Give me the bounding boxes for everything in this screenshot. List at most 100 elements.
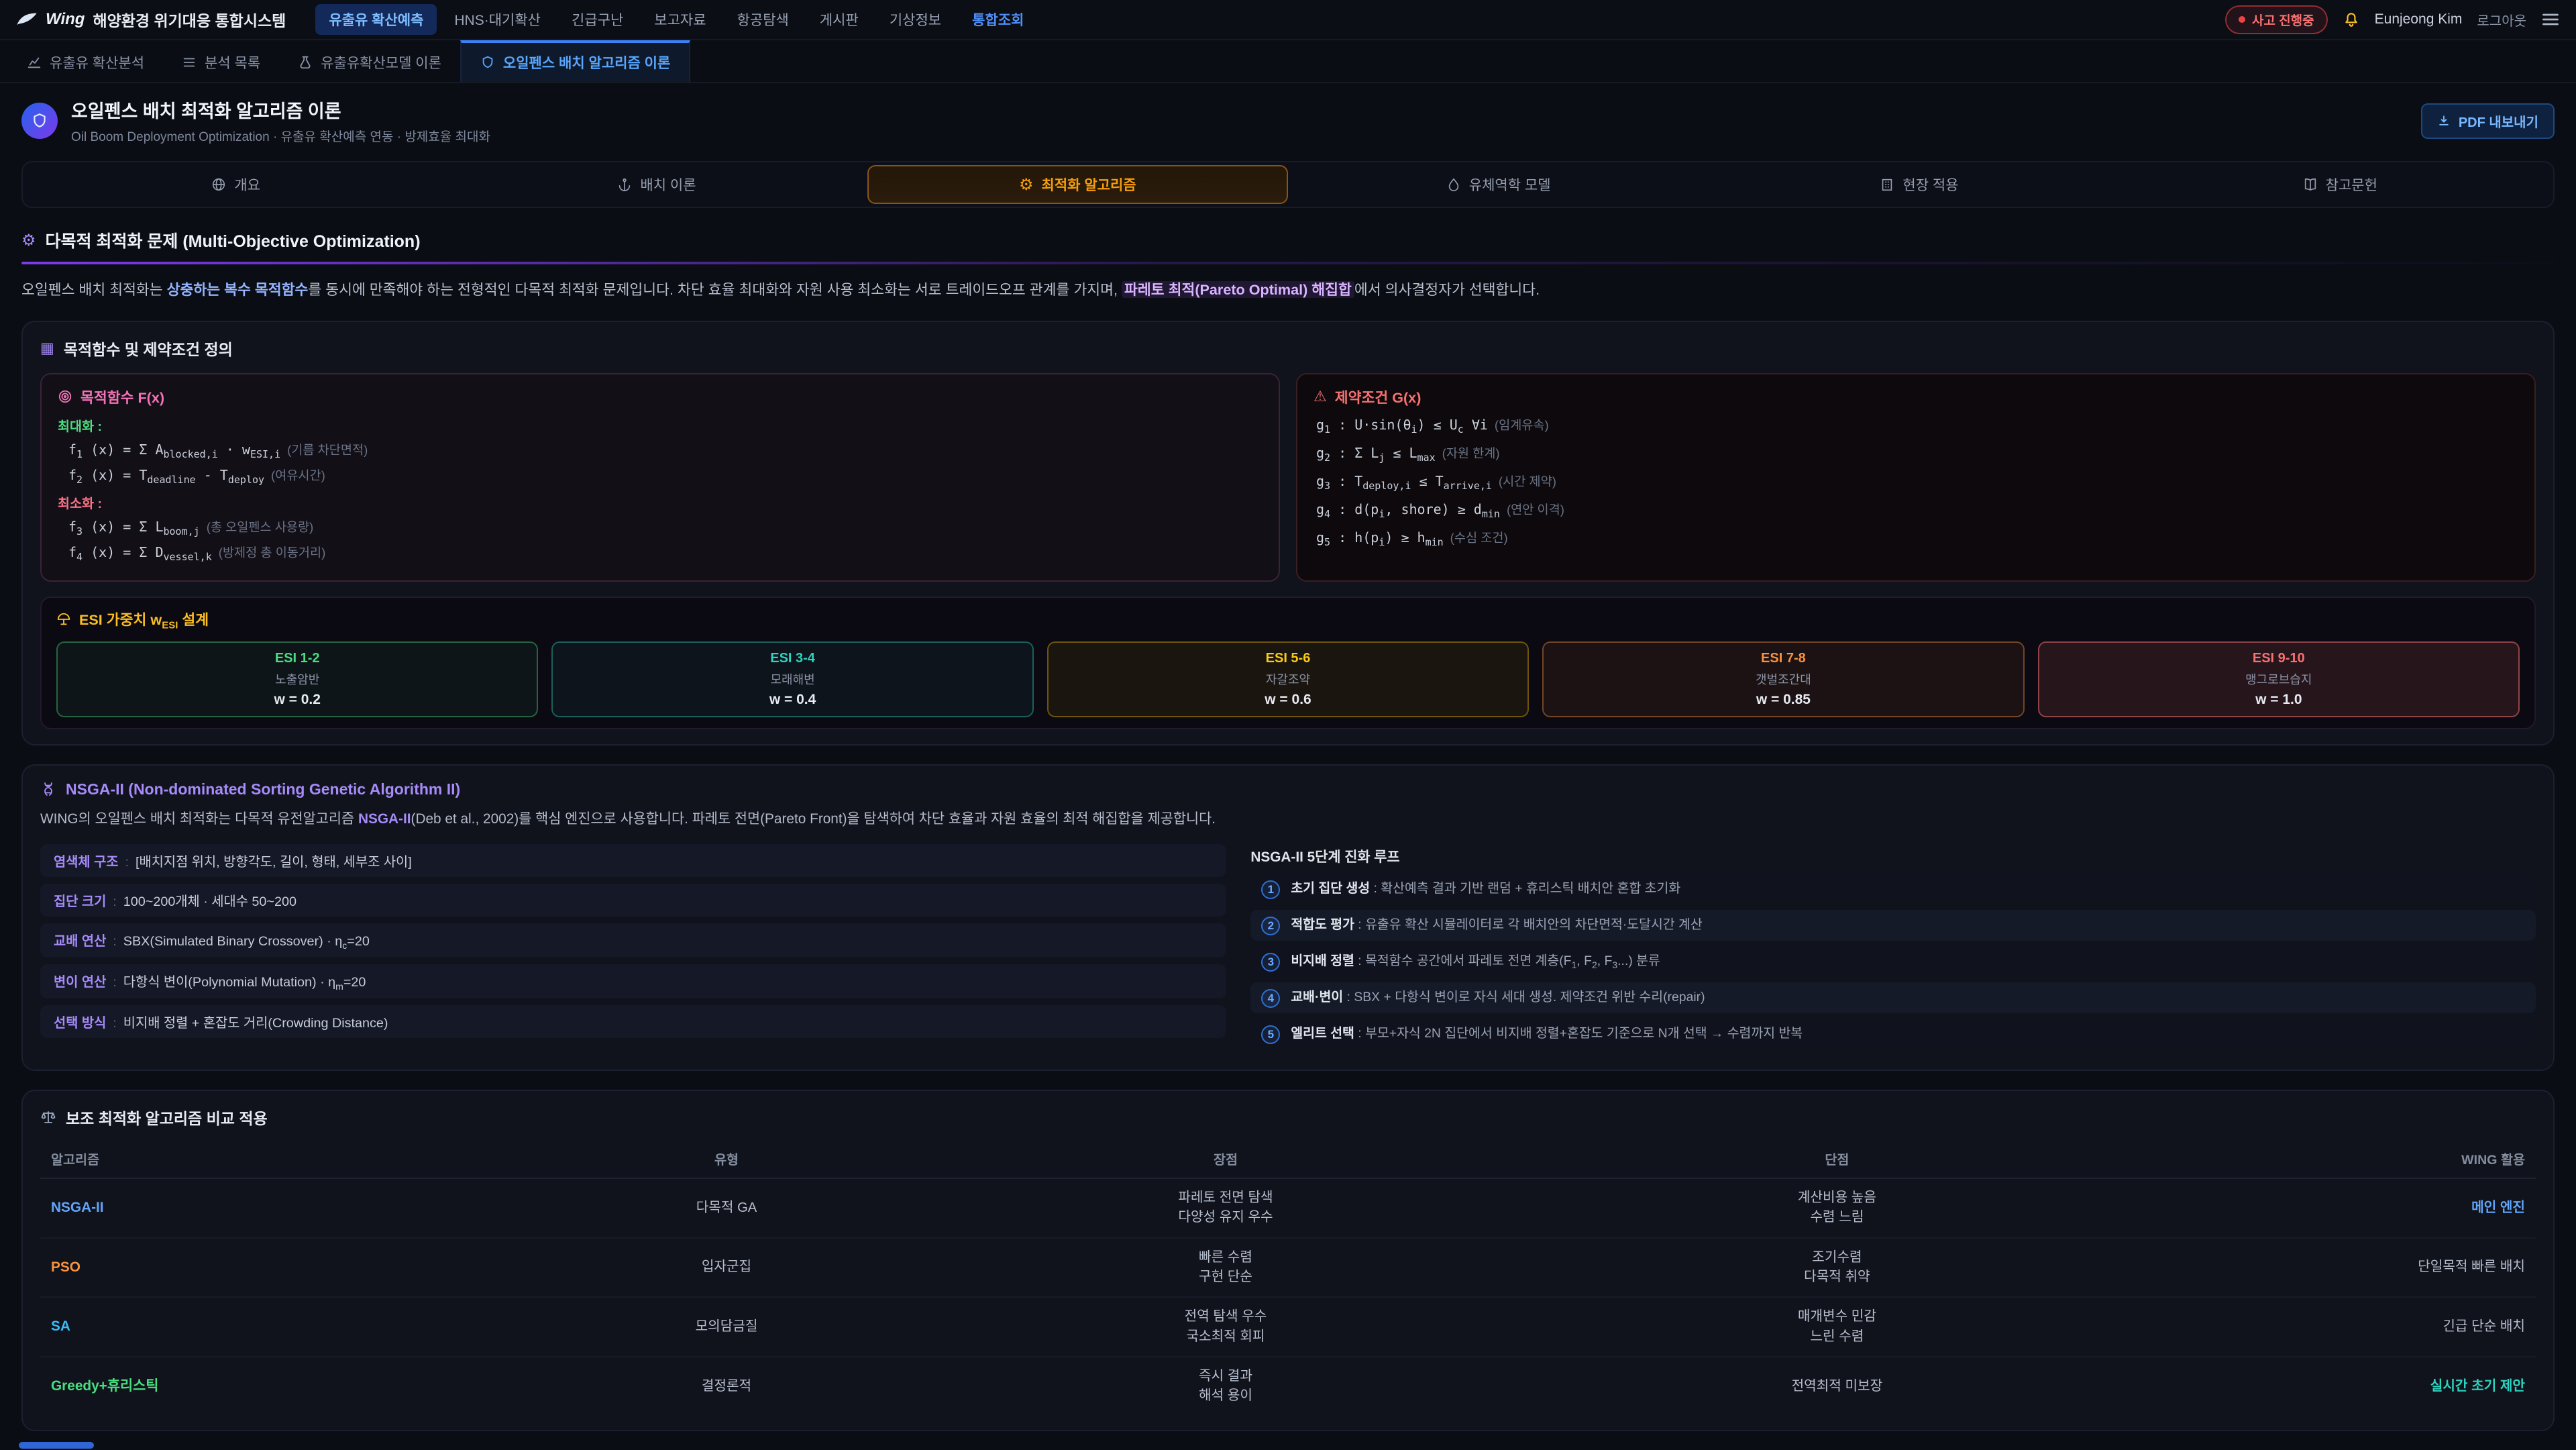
nav-item-weather-info[interactable]: 기상정보 xyxy=(876,4,955,35)
list-icon xyxy=(182,55,197,70)
logout-button[interactable]: 로그아웃 xyxy=(2477,10,2526,30)
gear-icon: ⚙ xyxy=(1019,175,1034,195)
nsga2-columns: 염색체 구조:[배치지점 위치, 방향각도, 길이, 형태, 세부조 사이] 집… xyxy=(40,844,2536,1055)
tab-analysis-list[interactable]: 분석 목록 xyxy=(163,40,279,82)
navbar-right: 사고 진행중 Eunjeong Kim 로그아웃 xyxy=(2225,5,2560,34)
target-icon xyxy=(58,389,72,404)
scales-icon xyxy=(40,1109,56,1125)
wing-logo-icon xyxy=(16,11,38,28)
section-description: 오일펜스 배치 최적화는 상충하는 복수 목적함수를 동시에 만족해야 하는 전… xyxy=(21,278,2555,302)
section-tab-label: 유체역학 모델 xyxy=(1469,174,1551,195)
incident-badge-label: 사고 진행중 xyxy=(2252,11,2314,29)
section-heading-underline xyxy=(21,262,2555,264)
pdf-export-button[interactable]: PDF 내보내기 xyxy=(2421,103,2555,139)
param-row-crossover: 교배 연산:SBX(Simulated Binary Crossover) · … xyxy=(40,923,1226,957)
esi-grid: ESI 1-2 노출암반 w = 0.2 ESI 3-4 모래해변 w = 0.… xyxy=(56,641,2520,717)
section-tabs: 개요 배치 이론 ⚙ 최적화 알고리즘 유체역학 모델 현장 적용 참고문헌 xyxy=(21,161,2555,208)
hamburger-menu-icon[interactable] xyxy=(2541,11,2560,28)
formula-f1: f1 (x) = Σ Ablocked,i · wESI,i(기름 차단면적) xyxy=(68,440,1263,460)
loop-step-5: 5 엘리트 선택 : 부모+자식 2N 집단에서 비지배 정렬+혼잡도 기준으로… xyxy=(1250,1019,2536,1049)
formula-g3: g3 : Tdeploy,i ≤ Tarrive,i(시간 제약) xyxy=(1316,472,2518,492)
col-pros: 장점 xyxy=(914,1139,1538,1178)
constraints-panel-title: ⚠ 제약조건 G(x) xyxy=(1313,386,2518,407)
section-tab-field-application[interactable]: 현장 적용 xyxy=(1709,165,2129,204)
app-root: Wing 해양환경 위기대응 통합시스템 유출유 확산예측 HNS·대기확산 긴… xyxy=(0,0,2576,1450)
tab-label: 유출유 확산분석 xyxy=(50,52,144,72)
brand-logo: Wing xyxy=(46,10,85,29)
section-tab-hydrodynamics[interactable]: 유체역학 모델 xyxy=(1288,165,1709,204)
param-row-mutation: 변이 연산:다항식 변이(Polynomial Mutation) · ηm=2… xyxy=(40,964,1226,998)
loop-step-1: 1 초기 집단 생성 : 확산예측 결과 기반 랜덤 + 휴리스틱 배치안 혼합… xyxy=(1250,874,2536,904)
formula-g5: g5 : h(pi) ≥ hmin(수심 조건) xyxy=(1316,528,2518,548)
grid-icon: ▦ xyxy=(40,340,54,357)
tab-spill-model-theory[interactable]: 유출유확산모델 이론 xyxy=(279,40,460,82)
section-tab-label: 최적화 알고리즘 xyxy=(1042,174,1136,195)
objective-function-panel: 목적함수 F(x) 최대화 : f1 (x) = Σ Ablocked,i · … xyxy=(40,373,1280,582)
nav-item-board[interactable]: 게시판 xyxy=(806,4,872,35)
nav-item-reports[interactable]: 보고자료 xyxy=(641,4,719,35)
loop-title: NSGA-II 5단계 진화 루프 xyxy=(1250,845,2536,866)
esi-cell-9-10: ESI 9-10 맹그로브습지 w = 1.0 xyxy=(2038,641,2520,717)
definition-panels: 목적함수 F(x) 최대화 : f1 (x) = Σ Ablocked,i · … xyxy=(40,373,2536,582)
page-header-titles: 오일펜스 배치 최적화 알고리즘 이론 Oil Boom Deployment … xyxy=(71,97,490,145)
param-row-selection: 선택 방식:비지배 정렬 + 혼잡도 거리(Crowding Distance) xyxy=(40,1005,1226,1038)
incident-dot-icon xyxy=(2239,16,2245,23)
section-tab-references[interactable]: 참고문헌 xyxy=(2130,165,2551,204)
horizontal-scrollbar-thumb[interactable] xyxy=(19,1442,94,1449)
page-title: 오일펜스 배치 최적화 알고리즘 이론 xyxy=(71,97,490,123)
main-menu: 유출유 확산예측 HNS·대기확산 긴급구난 보고자료 항공탐색 게시판 기상정… xyxy=(315,4,1037,35)
warning-icon: ⚠ xyxy=(1313,388,1327,405)
highlight-pareto-optimal: 파레토 최적(Pareto Optimal) 해집합 xyxy=(1122,281,1354,298)
nsga2-card: NSGA-II (Non-dominated Sorting Genetic A… xyxy=(21,764,2555,1071)
incident-status-badge[interactable]: 사고 진행중 xyxy=(2225,5,2328,34)
formula-g4: g4 : d(pi, shore) ≥ dmin(연안 이격) xyxy=(1316,500,2518,520)
page-header: 오일펜스 배치 최적화 알고리즘 이론 Oil Boom Deployment … xyxy=(0,83,2576,157)
brand-title: 해양환경 위기대응 통합시스템 xyxy=(93,8,286,31)
esi-cell-3-4: ESI 3-4 모래해변 w = 0.4 xyxy=(551,641,1033,717)
highlight-conflicting-objectives: 상충하는 복수 목적함수 xyxy=(167,281,309,298)
nav-item-aerial-search[interactable]: 항공탐색 xyxy=(724,4,802,35)
card-title-text: 목적함수 및 제약조건 정의 xyxy=(64,337,233,360)
card-title: ▦ 목적함수 및 제약조건 정의 xyxy=(40,337,2536,360)
formula-f2: f2 (x) = Tdeadline - Tdeploy(여유시간) xyxy=(68,466,1263,486)
algorithm-comparison-table: 알고리즘 유형 장점 단점 WING 활용 NSGA-II 다목적 GA 파레토… xyxy=(40,1139,2536,1415)
nav-item-oil-spill-prediction[interactable]: 유출유 확산예측 xyxy=(315,4,437,35)
minimize-label: 최소화 : xyxy=(58,493,1263,512)
page-shield-icon xyxy=(21,103,58,139)
tab-label: 오일펜스 배치 알고리즘 이론 xyxy=(503,52,670,72)
book-icon xyxy=(2303,177,2318,192)
loop-step-4: 4 교배·변이 : SBX + 다항식 변이로 자식 세대 생성. 제약조건 위… xyxy=(1250,982,2536,1013)
step-number-icon: 2 xyxy=(1261,917,1280,935)
brand: Wing 해양환경 위기대응 통합시스템 xyxy=(16,8,286,31)
globe-icon xyxy=(211,177,226,192)
formula-g1: g1 : U·sin(θi) ≤ Uc ∀i(임계유속) xyxy=(1316,415,2518,435)
section-tab-overview[interactable]: 개요 xyxy=(25,165,446,204)
table-row-pso: PSO 입자군집 빠른 수렴구현 단순 조기수렴다목적 취약 단일목적 빠른 배… xyxy=(40,1238,2536,1298)
comparison-title-text: 보조 최적화 알고리즘 비교 적용 xyxy=(66,1106,268,1129)
tab-boom-algorithm-theory[interactable]: 오일펜스 배치 알고리즘 이론 xyxy=(460,40,690,82)
notification-bell-icon[interactable] xyxy=(2343,11,2360,28)
flask-icon xyxy=(298,55,313,70)
tab-spill-analysis[interactable]: 유출유 확산분석 xyxy=(8,40,163,82)
section-tab-deployment-theory[interactable]: 배치 이론 xyxy=(446,165,867,204)
nav-item-emergency-rescue[interactable]: 긴급구난 xyxy=(558,4,637,35)
objective-constraint-card: ▦ 목적함수 및 제약조건 정의 목적함수 F(x) 최대화 : f1 (x) … xyxy=(21,321,2555,745)
beach-umbrella-icon xyxy=(56,612,71,627)
gear-icon: ⚙ xyxy=(21,231,36,250)
nsga2-evolution-loop: NSGA-II 5단계 진화 루프 1 초기 집단 생성 : 확산예측 결과 기… xyxy=(1250,844,2536,1055)
table-row-nsga2: NSGA-II 다목적 GA 파레토 전면 탐색다양성 유지 우수 계산비용 높… xyxy=(40,1178,2536,1238)
param-row-chromosome: 염색체 구조:[배치지점 위치, 방향각도, 길이, 형태, 세부조 사이] xyxy=(40,844,1226,877)
user-name: Eunjeong Kim xyxy=(2375,11,2463,28)
shield-icon xyxy=(480,55,495,70)
esi-title: ESI 가중치 wESI 설계 xyxy=(56,609,2520,631)
esi-cell-7-8: ESI 7-8 갯벌조간대 w = 0.85 xyxy=(1542,641,2024,717)
section-tab-optimization-algorithm[interactable]: ⚙ 최적화 알고리즘 xyxy=(867,165,1288,204)
nav-item-integrated-search[interactable]: 통합조회 xyxy=(959,4,1037,35)
section-tab-label: 참고문헌 xyxy=(2326,174,2377,195)
step-number-icon: 3 xyxy=(1261,953,1280,972)
nav-item-hns-air-dispersion[interactable]: HNS·대기확산 xyxy=(441,4,554,35)
highlight-nsga2: NSGA-II xyxy=(358,811,411,827)
section-tab-label: 개요 xyxy=(234,174,260,195)
dna-icon xyxy=(40,781,56,797)
step-number-icon: 5 xyxy=(1261,1025,1280,1044)
